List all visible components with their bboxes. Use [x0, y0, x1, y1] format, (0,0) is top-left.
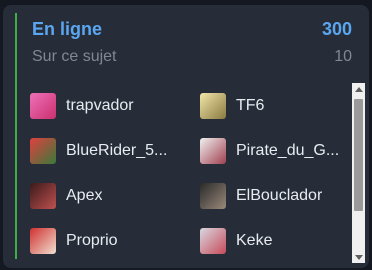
- user-item[interactable]: ElBouclador: [200, 173, 348, 218]
- user-item[interactable]: Apex: [30, 173, 200, 218]
- user-item[interactable]: BlueRider_5...: [30, 128, 200, 173]
- online-title: En ligne: [32, 19, 103, 39]
- online-total-count: 300: [321, 19, 352, 39]
- user-avatar: [30, 227, 56, 254]
- online-users-panel: En ligne 300 Sur ce sujet 10 trapvador T…: [3, 5, 369, 268]
- user-list-scrollbar[interactable]: [352, 83, 365, 263]
- scroll-down-arrow-icon[interactable]: [352, 251, 365, 263]
- user-avatar: [200, 92, 226, 119]
- user-item[interactable]: Proprio: [30, 218, 200, 263]
- scroll-up-arrow-icon[interactable]: [352, 83, 365, 95]
- scrollbar-thumb[interactable]: [354, 99, 363, 211]
- user-name: Proprio: [66, 231, 118, 249]
- user-avatar: [30, 137, 56, 164]
- user-name: Pirate_du_G...: [236, 141, 340, 159]
- user-name: TF6: [236, 96, 265, 114]
- user-item[interactable]: trapvador: [30, 83, 200, 128]
- accent-bar: [15, 13, 17, 259]
- topic-subtitle: Sur ce sujet: [32, 48, 117, 65]
- user-name: ElBouclador: [236, 186, 323, 204]
- user-item[interactable]: Keke: [200, 218, 348, 263]
- user-avatar: [30, 92, 56, 119]
- user-item[interactable]: TF6: [200, 83, 348, 128]
- user-avatar: [200, 227, 226, 254]
- user-name: Apex: [66, 186, 103, 204]
- user-name: Keke: [236, 231, 273, 249]
- user-list: trapvador TF6 BlueRider_5... Pirate_du_G…: [30, 83, 348, 263]
- user-avatar: [200, 137, 226, 164]
- user-name: trapvador: [66, 96, 134, 114]
- topic-count: 10: [334, 48, 352, 65]
- user-item[interactable]: Pirate_du_G...: [200, 128, 348, 173]
- user-avatar: [30, 182, 56, 209]
- user-name: BlueRider_5...: [66, 141, 168, 159]
- user-avatar: [200, 182, 226, 209]
